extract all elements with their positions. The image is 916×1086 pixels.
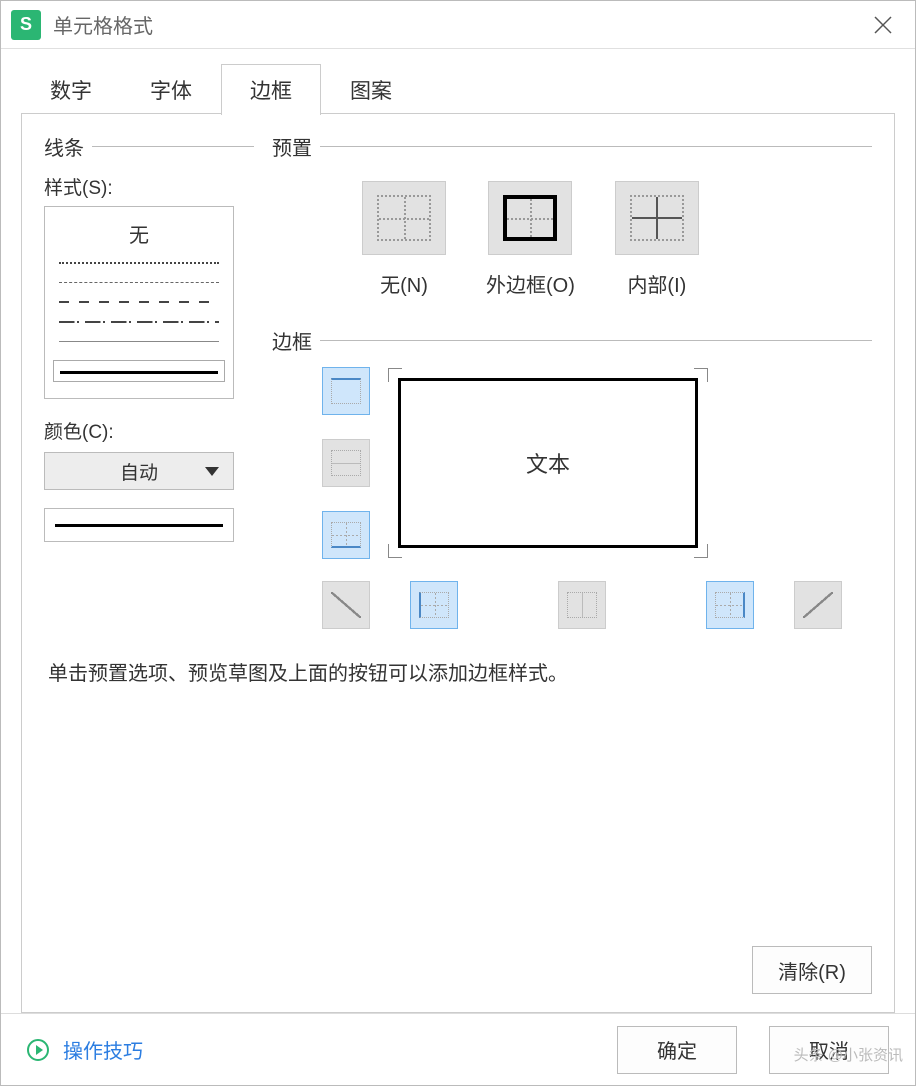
preset-inner-button[interactable] <box>615 181 699 255</box>
border-bottom-icon <box>331 522 361 548</box>
preset-inner-label: 内部(I) <box>627 269 686 298</box>
window-title: 单元格格式 <box>53 10 153 39</box>
tab-border[interactable]: 边框 <box>221 64 321 115</box>
preset-none-button[interactable] <box>362 181 446 255</box>
border-group-label: 边框 <box>272 326 320 355</box>
line-style-list[interactable]: 无 <box>44 206 234 399</box>
tab-pattern[interactable]: 图案 <box>321 64 421 115</box>
style-dashed-fine[interactable] <box>59 282 219 283</box>
dialog-footer: 操作技巧 确定 取消 <box>1 1013 915 1085</box>
border-left-button[interactable] <box>410 581 458 629</box>
border-left-icon <box>419 592 449 618</box>
border-right-button[interactable] <box>706 581 754 629</box>
dialog-window: S 单元格格式 数字 字体 边框 图案 线条 样式(S): 无 <box>0 0 916 1086</box>
preset-group-label: 预置 <box>272 132 320 161</box>
border-bottom-button[interactable] <box>322 511 370 559</box>
preview-text: 文本 <box>398 378 698 548</box>
style-dotted[interactable] <box>59 262 219 264</box>
hint-text: 单击预置选项、预览草图及上面的按钮可以添加边框样式。 <box>44 657 872 686</box>
border-mid-v-button[interactable] <box>558 581 606 629</box>
color-label: 颜色(C): <box>44 417 254 444</box>
style-thin[interactable] <box>59 341 219 342</box>
style-dashed-wide[interactable] <box>59 301 219 303</box>
tips-link[interactable]: 操作技巧 <box>63 1035 143 1064</box>
style-none[interactable]: 无 <box>45 219 233 248</box>
border-diag-up-icon <box>331 592 361 618</box>
color-dropdown[interactable]: 自动 <box>44 452 234 490</box>
preset-outer-label: 外边框(O) <box>486 269 575 298</box>
preset-outer-icon <box>503 195 557 241</box>
border-diag-down-icon <box>803 592 833 618</box>
tab-number[interactable]: 数字 <box>21 64 121 115</box>
line-group-label: 线条 <box>44 132 92 161</box>
style-thick-selected[interactable] <box>53 360 225 382</box>
border-top-button[interactable] <box>322 367 370 415</box>
border-diag-down-button[interactable] <box>794 581 842 629</box>
app-icon: S <box>11 10 41 40</box>
preset-inner-icon <box>630 195 684 241</box>
cancel-button[interactable]: 取消 <box>769 1026 889 1074</box>
border-mid-h-icon <box>331 450 361 476</box>
border-top-icon <box>331 378 361 404</box>
tips-icon <box>27 1039 49 1061</box>
preset-none-icon <box>377 195 431 241</box>
titlebar: S 单元格格式 <box>1 1 915 49</box>
preset-outer-button[interactable] <box>488 181 572 255</box>
style-dashdot[interactable] <box>59 321 219 323</box>
line-sample <box>44 508 234 542</box>
tab-panel-border: 线条 样式(S): 无 颜色(C): 自动 <box>21 113 895 1013</box>
tabs: 数字 字体 边框 图案 <box>1 49 915 114</box>
style-label: 样式(S): <box>44 173 254 200</box>
border-mid-v-icon <box>567 592 597 618</box>
border-right-icon <box>715 592 745 618</box>
color-value: 自动 <box>120 458 158 485</box>
preset-none-label: 无(N) <box>380 269 428 298</box>
close-button[interactable] <box>859 1 907 49</box>
border-diag-up-button[interactable] <box>322 581 370 629</box>
tab-font[interactable]: 字体 <box>121 64 221 115</box>
chevron-down-icon <box>205 467 219 476</box>
clear-button[interactable]: 清除(R) <box>752 946 872 994</box>
ok-button[interactable]: 确定 <box>617 1026 737 1074</box>
border-mid-h-button[interactable] <box>322 439 370 487</box>
border-preview[interactable]: 文本 <box>388 368 708 558</box>
